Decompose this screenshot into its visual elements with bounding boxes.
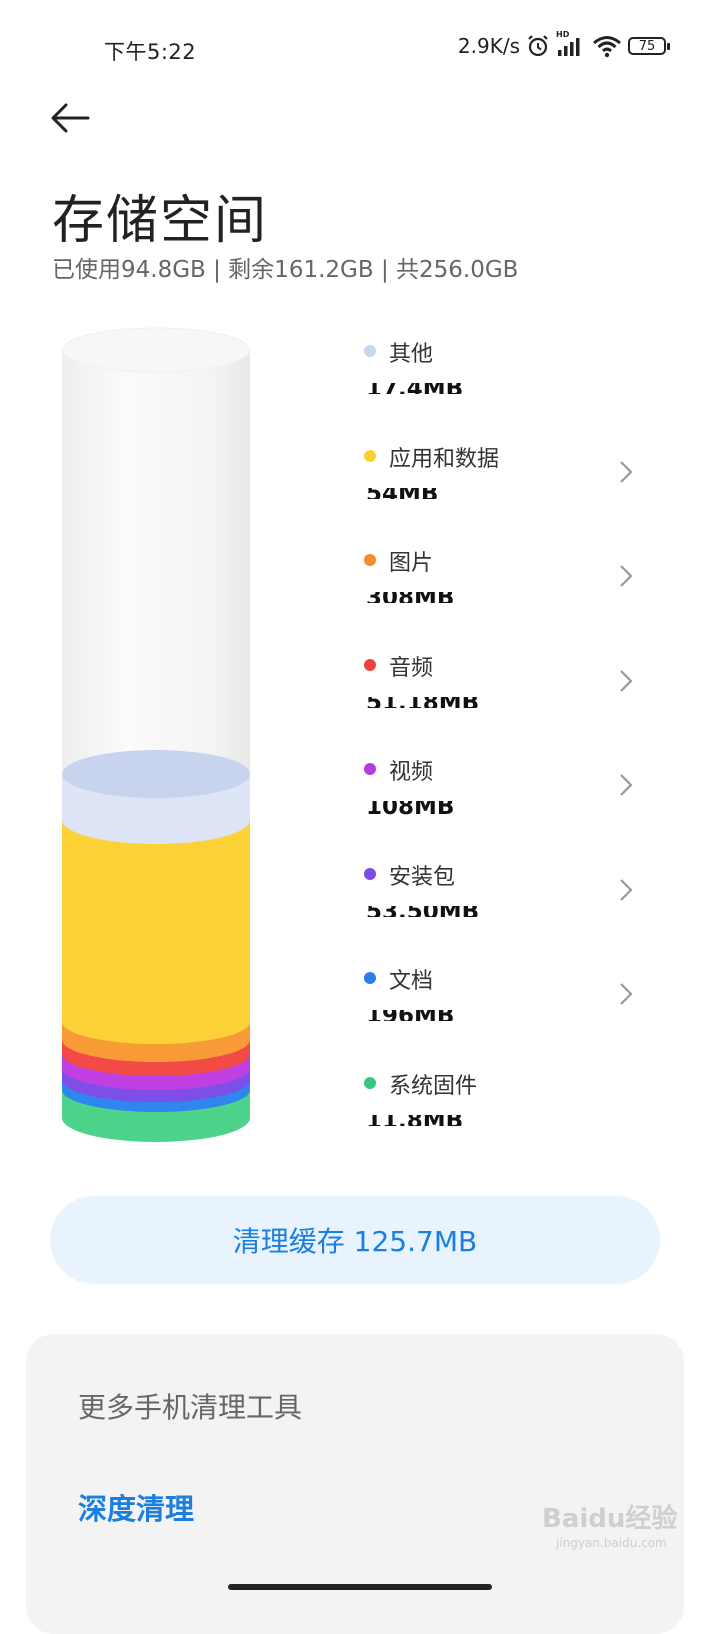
legend-item-other[interactable]: 其他 17.4MB [362,328,652,433]
clean-cache-button[interactable]: 清理缓存 125.7MB [50,1196,660,1284]
legend-dot [364,345,376,357]
home-indicator[interactable] [228,1584,492,1590]
clean-cache-label: 清理缓存 125.7MB [232,1225,478,1258]
legend-size: 54MB [366,476,516,499]
wifi-icon [593,36,621,58]
chevron-right-icon [620,878,633,901]
network-speed: 2.9K/s [457,34,520,58]
legend-item-packages[interactable]: 安装包 53.50MB [362,851,652,956]
cylinder-empty [62,350,250,780]
legend-dot [364,658,376,671]
legend-dot [364,763,376,775]
legend-item-video[interactable]: 视频 108MB [362,746,652,851]
legend-label: 图片 [389,551,434,576]
battery-icon: 75 [628,37,670,55]
legend-label: 音频 [389,655,434,681]
status-time: 下午5:22 [104,40,197,64]
segment-apps [62,820,250,1044]
battery-level: 75 [628,37,666,55]
legend-dot [364,972,376,984]
legend-dot [364,449,376,462]
legend-item-audio[interactable]: 音频 51.18MB [362,642,652,747]
legend-size: 51.18MB [366,685,516,708]
legend-dot [364,1076,376,1089]
legend-size: 11.8MB [366,1103,516,1126]
storage-legend: 其他 17.4MB 应用和数据 54MB 图片 308MB 音频 51.18MB… [362,328,652,1164]
cylinder-top [61,327,251,373]
legend-label: 视频 [389,760,434,785]
legend-label: 其他 [389,342,434,367]
chevron-right-icon [620,669,633,692]
legend-label: 系统固件 [389,1073,478,1099]
legend-size: 17.4MB [366,372,516,394]
chevron-right-icon [620,460,633,483]
back-button[interactable] [48,96,100,140]
storage-summary: 已使用94.8GB | 剩余161.2GB | 共256.0GB [52,257,519,283]
legend-label: 安装包 [389,864,456,890]
legend-item-documents[interactable]: 文档 196MB [362,955,652,1060]
legend-item-images[interactable]: 图片 308MB [362,537,652,642]
legend-item-apps[interactable]: 应用和数据 54MB [362,433,652,538]
tools-title: 更多手机清理工具 [78,1391,303,1424]
deep-clean-link[interactable]: 深度清理 [78,1486,194,1528]
baidu-watermark-url: jingyan.baidu.com [556,1536,667,1550]
chevron-right-icon [620,983,633,1005]
legend-size: 108MB [366,790,516,816]
legend-item-system-firmware[interactable]: 系统固件 11.8MB [362,1060,652,1165]
baidu-watermark: Baidu经验 [542,1504,678,1534]
legend-size: 53.50MB [366,894,516,917]
chevron-right-icon [620,565,633,587]
legend-label: 文档 [389,969,434,994]
legend-dot [364,867,376,880]
legend-label: 应用和数据 [389,446,500,472]
signal-icon: HD [556,30,586,58]
legend-size: 308MB [366,581,516,603]
alarm-icon [528,35,548,57]
legend-size: 196MB [366,999,516,1021]
status-bar: 下午5:22 2.9K/s HD 75 [0,0,720,96]
arrow-left-icon [51,103,90,133]
status-icons: 2.9K/s HD 75 [457,30,670,58]
chevron-right-icon [620,774,633,796]
page-title: 存储空间 [52,191,269,251]
storage-cylinder-chart [61,327,251,1142]
legend-dot [364,554,376,566]
